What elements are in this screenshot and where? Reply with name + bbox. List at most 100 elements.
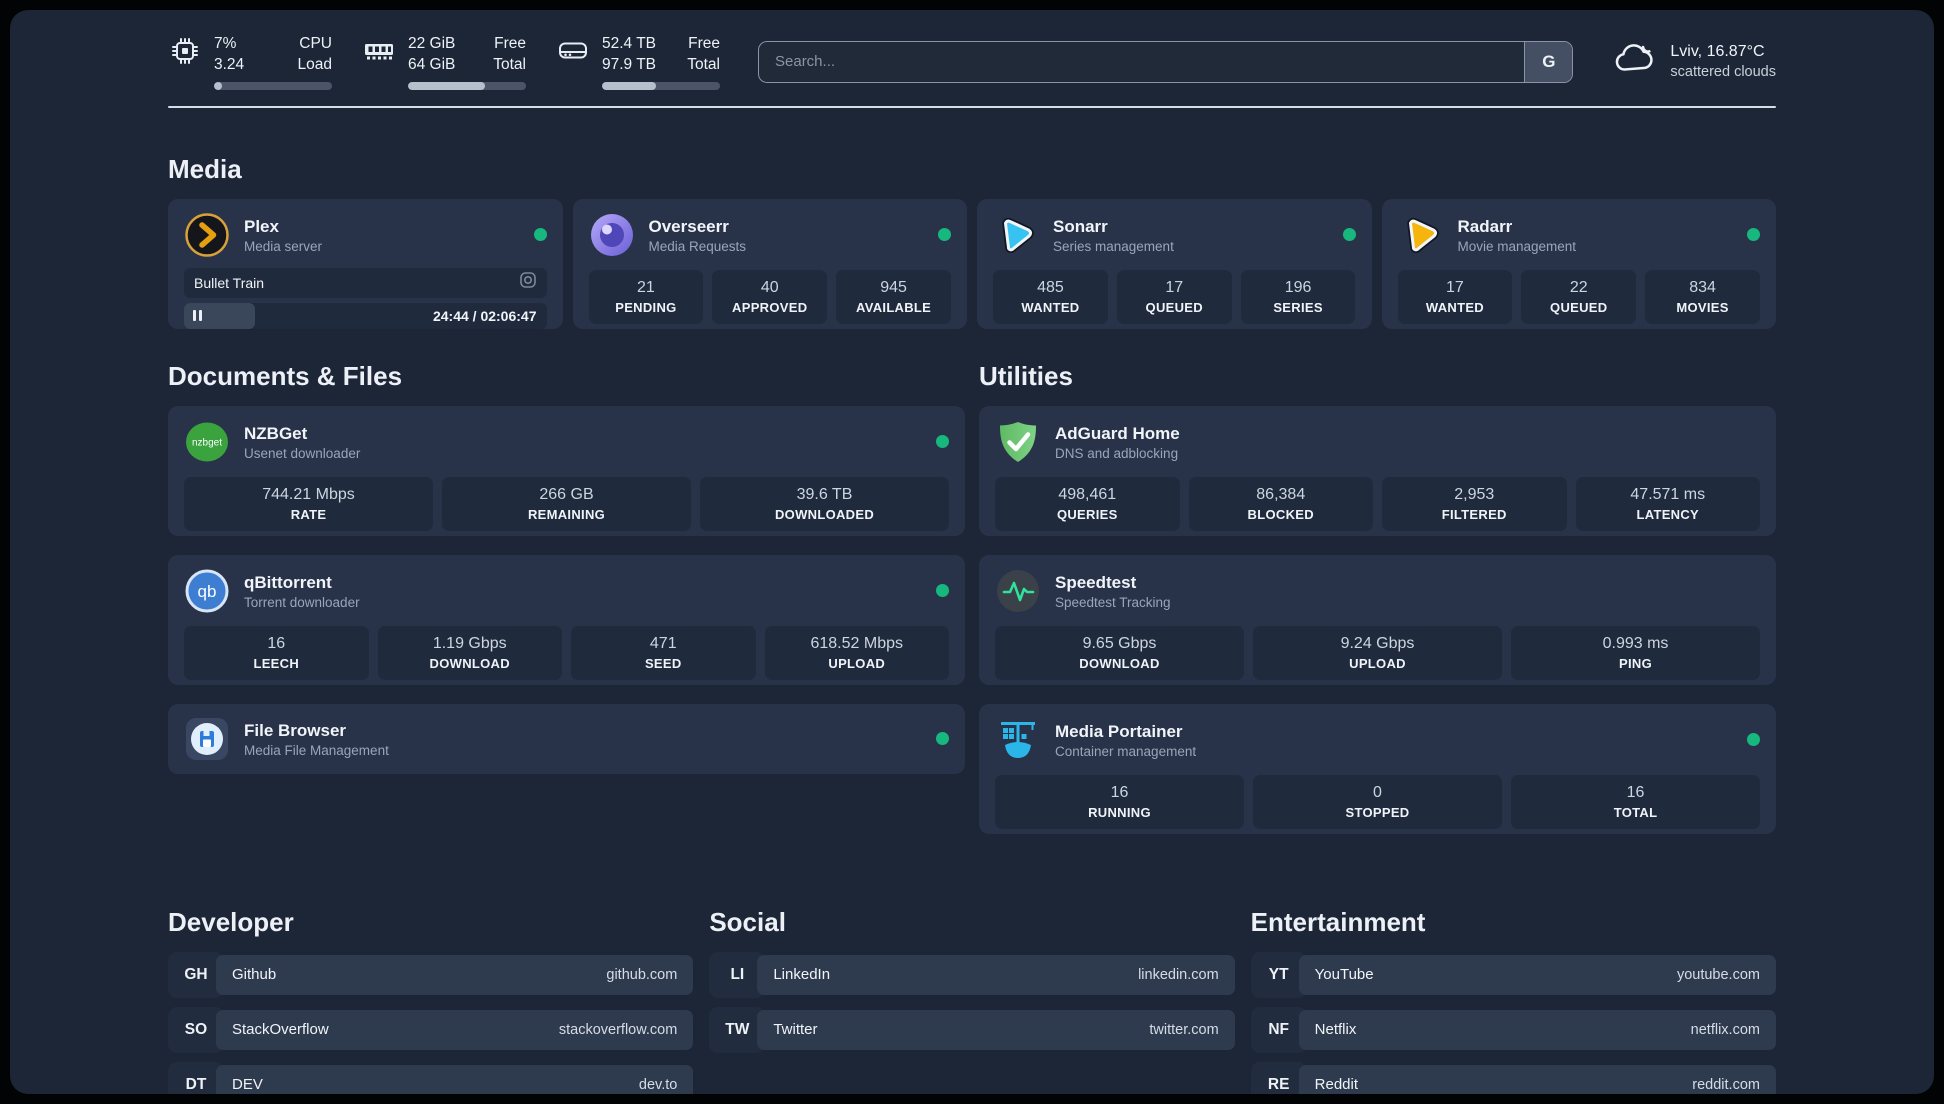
- stat-queued: 17 QUEUED: [1116, 269, 1232, 324]
- link-pill[interactable]: LinkedIn linkedin.com: [757, 954, 1235, 995]
- status-dot: [936, 732, 949, 746]
- stat-seed: 471 SEED: [571, 625, 756, 680]
- stat-download: 9.65 Gbps DOWNLOAD: [995, 625, 1244, 680]
- status-dot: [1747, 228, 1760, 242]
- link-twitter[interactable]: TW Twitter twitter.com: [709, 1006, 1235, 1053]
- stat-available: 945 AVAILABLE: [836, 269, 951, 324]
- link-pill[interactable]: Netflix netflix.com: [1298, 1009, 1776, 1050]
- status-dot: [533, 228, 547, 242]
- weather-condition: scattered clouds: [1670, 63, 1776, 80]
- link-github[interactable]: GH Github github.com: [168, 951, 694, 998]
- app-subtitle: Series management: [1053, 238, 1174, 254]
- stat-queued: 22 QUEUED: [1521, 269, 1637, 324]
- playback-time: 24:44 / 02:06:47: [432, 307, 537, 324]
- ram-progress-bar: [408, 81, 526, 90]
- app-title: qBittorrent: [244, 572, 332, 592]
- link-pill[interactable]: DEV dev.to: [216, 1064, 694, 1094]
- now-playing-row: Bullet Train: [184, 267, 547, 298]
- app-card-portainer[interactable]: Media Portainer Container management 16 R…: [979, 703, 1776, 834]
- app-title: Speedtest: [1055, 572, 1137, 592]
- app-title: Media Portainer: [1055, 721, 1183, 741]
- app-subtitle: Movie management: [1457, 238, 1577, 254]
- section-title-documents: Documents & Files: [168, 360, 403, 391]
- link-pill[interactable]: StackOverflow stackoverflow.com: [216, 1009, 694, 1050]
- media-options-icon[interactable]: [519, 271, 537, 294]
- stat-stopped: 0 STOPPED: [1253, 774, 1502, 829]
- app-title: NZBGet: [244, 423, 308, 443]
- ram-stat: 22 GiB 64 GiB Free Total: [362, 34, 526, 90]
- app-card-radarr[interactable]: Radarr Movie management 17 WANTED 22 QUEUE…: [1381, 198, 1776, 329]
- cpu-stat: 7% 3.24 CPU Load: [168, 34, 332, 90]
- section-title-entertainment: Entertainment: [1250, 906, 1426, 937]
- app-subtitle: Media server: [244, 238, 323, 254]
- playback-progress-fill: [184, 302, 255, 329]
- svg-text:qb: qb: [198, 582, 217, 601]
- search-engine-button[interactable]: G: [1524, 41, 1573, 82]
- stat-running: 16 RUNNING: [995, 774, 1244, 829]
- stat-leech: 16 LEECH: [184, 625, 369, 680]
- link-linkedin[interactable]: LI LinkedIn linkedin.com: [709, 951, 1235, 998]
- nzbget-icon: nzbget: [184, 419, 230, 465]
- app-title: AdGuard Home: [1055, 423, 1180, 443]
- stat-approved: 40 APPROVED: [712, 269, 828, 324]
- search-input[interactable]: [759, 41, 1525, 82]
- app-title: Overseerr: [648, 216, 729, 236]
- app-subtitle: Media Requests: [648, 238, 747, 254]
- link-reddit[interactable]: RE Reddit reddit.com: [1250, 1061, 1776, 1094]
- disk-total-value: 97.9 TB: [602, 55, 657, 73]
- overseerr-icon: [589, 212, 635, 258]
- disk-free-label: Free: [688, 35, 720, 52]
- cpu-usage-label: CPU: [299, 35, 332, 52]
- app-subtitle: Speedtest Tracking: [1055, 594, 1171, 610]
- pause-icon[interactable]: [193, 310, 202, 322]
- stat-total: 16 TOTAL: [1511, 774, 1760, 829]
- stat-upload: 618.52 Mbps UPLOAD: [764, 625, 949, 680]
- cpu-load-label: Load: [297, 55, 332, 73]
- link-pill[interactable]: Reddit reddit.com: [1298, 1064, 1776, 1094]
- app-subtitle: DNS and adblocking: [1055, 445, 1179, 461]
- status-dot: [936, 435, 949, 449]
- ram-icon: [362, 34, 396, 68]
- section-title-social: Social: [709, 906, 786, 937]
- status-dot: [1747, 733, 1760, 747]
- cpu-load-value: 3.24: [214, 55, 245, 73]
- radarr-icon: [1398, 212, 1444, 258]
- app-subtitle: Container management: [1055, 743, 1197, 759]
- app-card-sonarr[interactable]: Sonarr Series management 485 WANTED 17 QUE…: [977, 198, 1372, 329]
- status-dot: [936, 584, 949, 598]
- app-title: File Browser: [244, 720, 347, 740]
- now-playing-title: Bullet Train: [194, 274, 265, 291]
- app-card-adguard[interactable]: AdGuard Home DNS and adblocking 498,461 Q…: [979, 405, 1776, 536]
- app-card-overseerr[interactable]: Overseerr Media Requests 21 PENDING 40 APP…: [572, 198, 967, 329]
- app-title: Plex: [244, 216, 279, 236]
- link-netflix[interactable]: NF Netflix netflix.com: [1250, 1006, 1776, 1053]
- cpu-usage-value: 7%: [214, 35, 237, 52]
- disk-total-label: Total: [687, 55, 720, 73]
- link-pill[interactable]: YouTube youtube.com: [1298, 954, 1776, 995]
- app-card-speedtest[interactable]: Speedtest Speedtest Tracking 9.65 Gbps DO…: [979, 554, 1776, 685]
- status-dot: [938, 228, 951, 242]
- header-divider: [168, 105, 1776, 108]
- app-title: Sonarr: [1053, 216, 1108, 236]
- system-stats: 7% 3.24 CPU Load 22 GiB 64 GiB Free Tota…: [168, 34, 720, 90]
- section-title-media: Media: [168, 153, 242, 184]
- link-stackoverflow[interactable]: SO StackOverflow stackoverflow.com: [168, 1006, 694, 1053]
- app-card-nzbget[interactable]: nzbget NZBGet Usenet downloader 744.21 M…: [168, 405, 965, 536]
- stat-upload: 9.24 Gbps UPLOAD: [1253, 625, 1502, 680]
- link-pill[interactable]: Github github.com: [216, 954, 694, 995]
- ram-free-value: 22 GiB: [408, 35, 456, 52]
- stat-download: 1.19 Gbps DOWNLOAD: [377, 625, 562, 680]
- adguard-icon: [995, 419, 1041, 465]
- app-card-qbittorrent[interactable]: qb qBittorrent Torrent downloader 16 LEEC…: [168, 554, 965, 685]
- stat-movies: 834 MOVIES: [1645, 269, 1760, 324]
- stat-queries: 498,461 QUERIES: [995, 476, 1180, 531]
- playback-progress-bar[interactable]: 24:44 / 02:06:47: [184, 302, 547, 329]
- app-title: Radarr: [1457, 216, 1513, 236]
- stat-wanted: 485 WANTED: [993, 269, 1108, 324]
- app-card-filebrowser[interactable]: File Browser Media File Management: [168, 703, 965, 774]
- link-pill[interactable]: Twitter twitter.com: [757, 1009, 1235, 1050]
- app-card-plex[interactable]: Plex Media server Bullet Train 24:44 / 0…: [168, 198, 563, 329]
- link-dev[interactable]: DT DEV dev.to: [168, 1061, 694, 1094]
- link-youtube[interactable]: YT YouTube youtube.com: [1250, 951, 1776, 998]
- portainer-icon: [995, 717, 1041, 763]
